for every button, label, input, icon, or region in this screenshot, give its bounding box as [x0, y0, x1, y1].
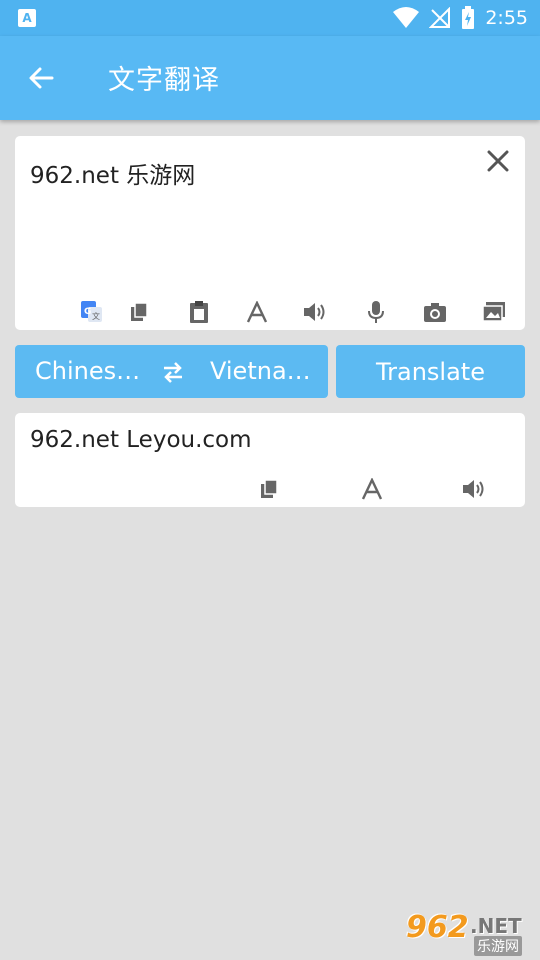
app-bar: 文字翻译: [0, 36, 540, 120]
app-notification-icon: A: [18, 9, 36, 27]
camera-icon[interactable]: [422, 298, 448, 326]
font-size-icon[interactable]: [359, 475, 385, 503]
svg-text:文: 文: [92, 311, 100, 321]
page-title: 文字翻译: [108, 65, 220, 96]
translate-button[interactable]: Translate: [336, 345, 525, 398]
watermark-number: 962: [406, 910, 469, 945]
source-language-button[interactable]: Chines…: [35, 357, 143, 385]
status-bar: A 2:55: [0, 0, 540, 36]
input-text-field[interactable]: 962.net 乐游网: [30, 156, 195, 190]
copy-icon[interactable]: [257, 475, 283, 503]
watermark-name: 乐游网: [474, 936, 522, 956]
input-toolbar: G文: [15, 298, 525, 328]
copy-icon[interactable]: [127, 298, 153, 326]
swap-languages-icon[interactable]: [160, 359, 186, 385]
svg-text:G: G: [84, 307, 91, 317]
no-signal-icon: [429, 7, 451, 28]
status-icons: 2:55: [393, 5, 528, 31]
output-text: 962.net Leyou.com: [30, 427, 252, 453]
microphone-icon[interactable]: [363, 298, 389, 326]
language-selector: Chines… Vietna…: [15, 345, 328, 398]
speaker-icon[interactable]: [461, 475, 487, 503]
battery-charging-icon: [462, 6, 475, 29]
watermark-domain: .NET: [470, 914, 522, 938]
speaker-icon[interactable]: [302, 298, 328, 326]
paste-icon[interactable]: [186, 298, 212, 326]
target-language-button[interactable]: Vietna…: [210, 357, 314, 385]
google-translate-icon[interactable]: G文: [79, 298, 105, 326]
font-size-icon[interactable]: [244, 298, 270, 326]
output-toolbar: [15, 475, 525, 505]
back-arrow-icon[interactable]: [24, 60, 60, 96]
wifi-icon: [393, 7, 420, 28]
status-time: 2:55: [485, 7, 528, 29]
close-icon[interactable]: [481, 144, 515, 178]
output-card: 962.net Leyou.com: [15, 413, 525, 507]
watermark-logo: 962 .NET 乐游网: [400, 910, 534, 956]
gallery-icon[interactable]: [481, 298, 507, 326]
input-card: 962.net 乐游网 G文: [15, 136, 525, 330]
